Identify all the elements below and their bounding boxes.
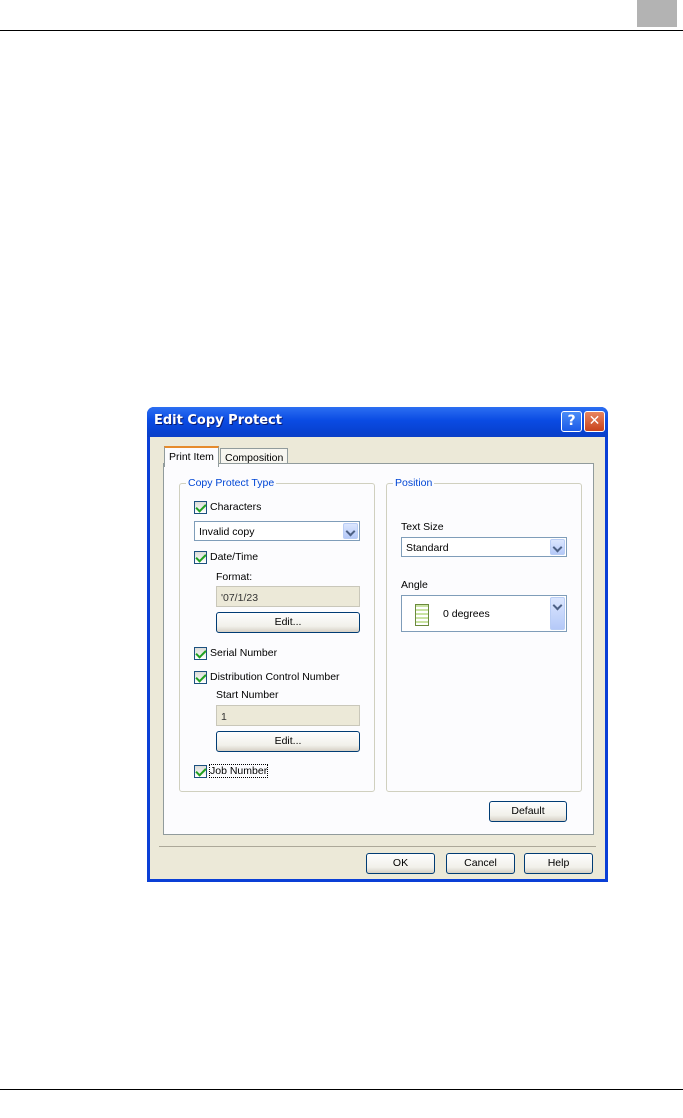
- characters-value: Invalid copy: [199, 526, 255, 538]
- angle-value: 0 degrees: [443, 608, 490, 620]
- characters-select[interactable]: Invalid copy: [194, 521, 360, 541]
- header-rule: [0, 30, 683, 31]
- format-value: '07/1/23: [221, 592, 259, 604]
- dialog-titlebar[interactable]: Edit Copy Protect ? ✕: [147, 407, 608, 437]
- distribution-control-checkbox[interactable]: [194, 671, 207, 684]
- close-icon[interactable]: ✕: [584, 411, 605, 432]
- job-number-label: Job Number: [208, 764, 269, 778]
- start-number-value: 1: [221, 711, 227, 723]
- help-icon[interactable]: ?: [561, 411, 582, 432]
- angle-select[interactable]: 0 degrees: [401, 595, 567, 632]
- page-tab-marker: [637, 0, 677, 27]
- default-button[interactable]: Default: [489, 801, 567, 822]
- footer-rule: [0, 1089, 683, 1090]
- text-size-label: Text Size: [401, 521, 444, 533]
- print-item-panel: Copy Protect Type Characters Invalid cop…: [163, 463, 594, 835]
- copy-protect-type-label: Copy Protect Type: [186, 477, 277, 489]
- position-group: Position Text Size Standard Angle 0 degr…: [386, 477, 582, 792]
- chevron-down-icon[interactable]: [550, 539, 565, 555]
- ok-button[interactable]: OK: [366, 853, 435, 874]
- text-size-value: Standard: [406, 542, 449, 554]
- distribution-edit-button[interactable]: Edit...: [216, 731, 360, 752]
- chevron-down-icon[interactable]: [550, 597, 565, 630]
- position-label: Position: [393, 477, 435, 489]
- date-time-label: Date/Time: [210, 551, 259, 563]
- serial-number-label: Serial Number: [210, 647, 278, 659]
- angle-preview-icon: [415, 604, 429, 626]
- dialog-client-area: Print Item Composition Copy Protect Type…: [150, 437, 605, 879]
- distribution-control-label: Distribution Control Number: [210, 671, 340, 683]
- job-number-checkbox[interactable]: [194, 765, 207, 778]
- start-number-field: 1: [216, 705, 360, 726]
- chevron-down-icon[interactable]: [343, 523, 358, 539]
- separator: [159, 846, 596, 847]
- dialog-title: Edit Copy Protect: [154, 413, 282, 428]
- copy-protect-type-group: Copy Protect Type Characters Invalid cop…: [179, 477, 375, 792]
- format-field: '07/1/23: [216, 586, 360, 607]
- format-label: Format:: [216, 571, 253, 583]
- serial-number-checkbox[interactable]: [194, 647, 207, 660]
- characters-label: Characters: [210, 501, 262, 513]
- date-time-edit-button[interactable]: Edit...: [216, 612, 360, 633]
- help-button[interactable]: Help: [524, 853, 593, 874]
- start-number-label: Start Number: [216, 689, 279, 701]
- text-size-select[interactable]: Standard: [401, 537, 567, 557]
- tab-print-item[interactable]: Print Item: [164, 446, 219, 467]
- date-time-checkbox[interactable]: [194, 551, 207, 564]
- cancel-button[interactable]: Cancel: [446, 853, 515, 874]
- edit-copy-protect-dialog: Edit Copy Protect ? ✕ Print Item Composi…: [147, 407, 608, 882]
- characters-checkbox[interactable]: [194, 501, 207, 514]
- angle-label: Angle: [401, 579, 428, 591]
